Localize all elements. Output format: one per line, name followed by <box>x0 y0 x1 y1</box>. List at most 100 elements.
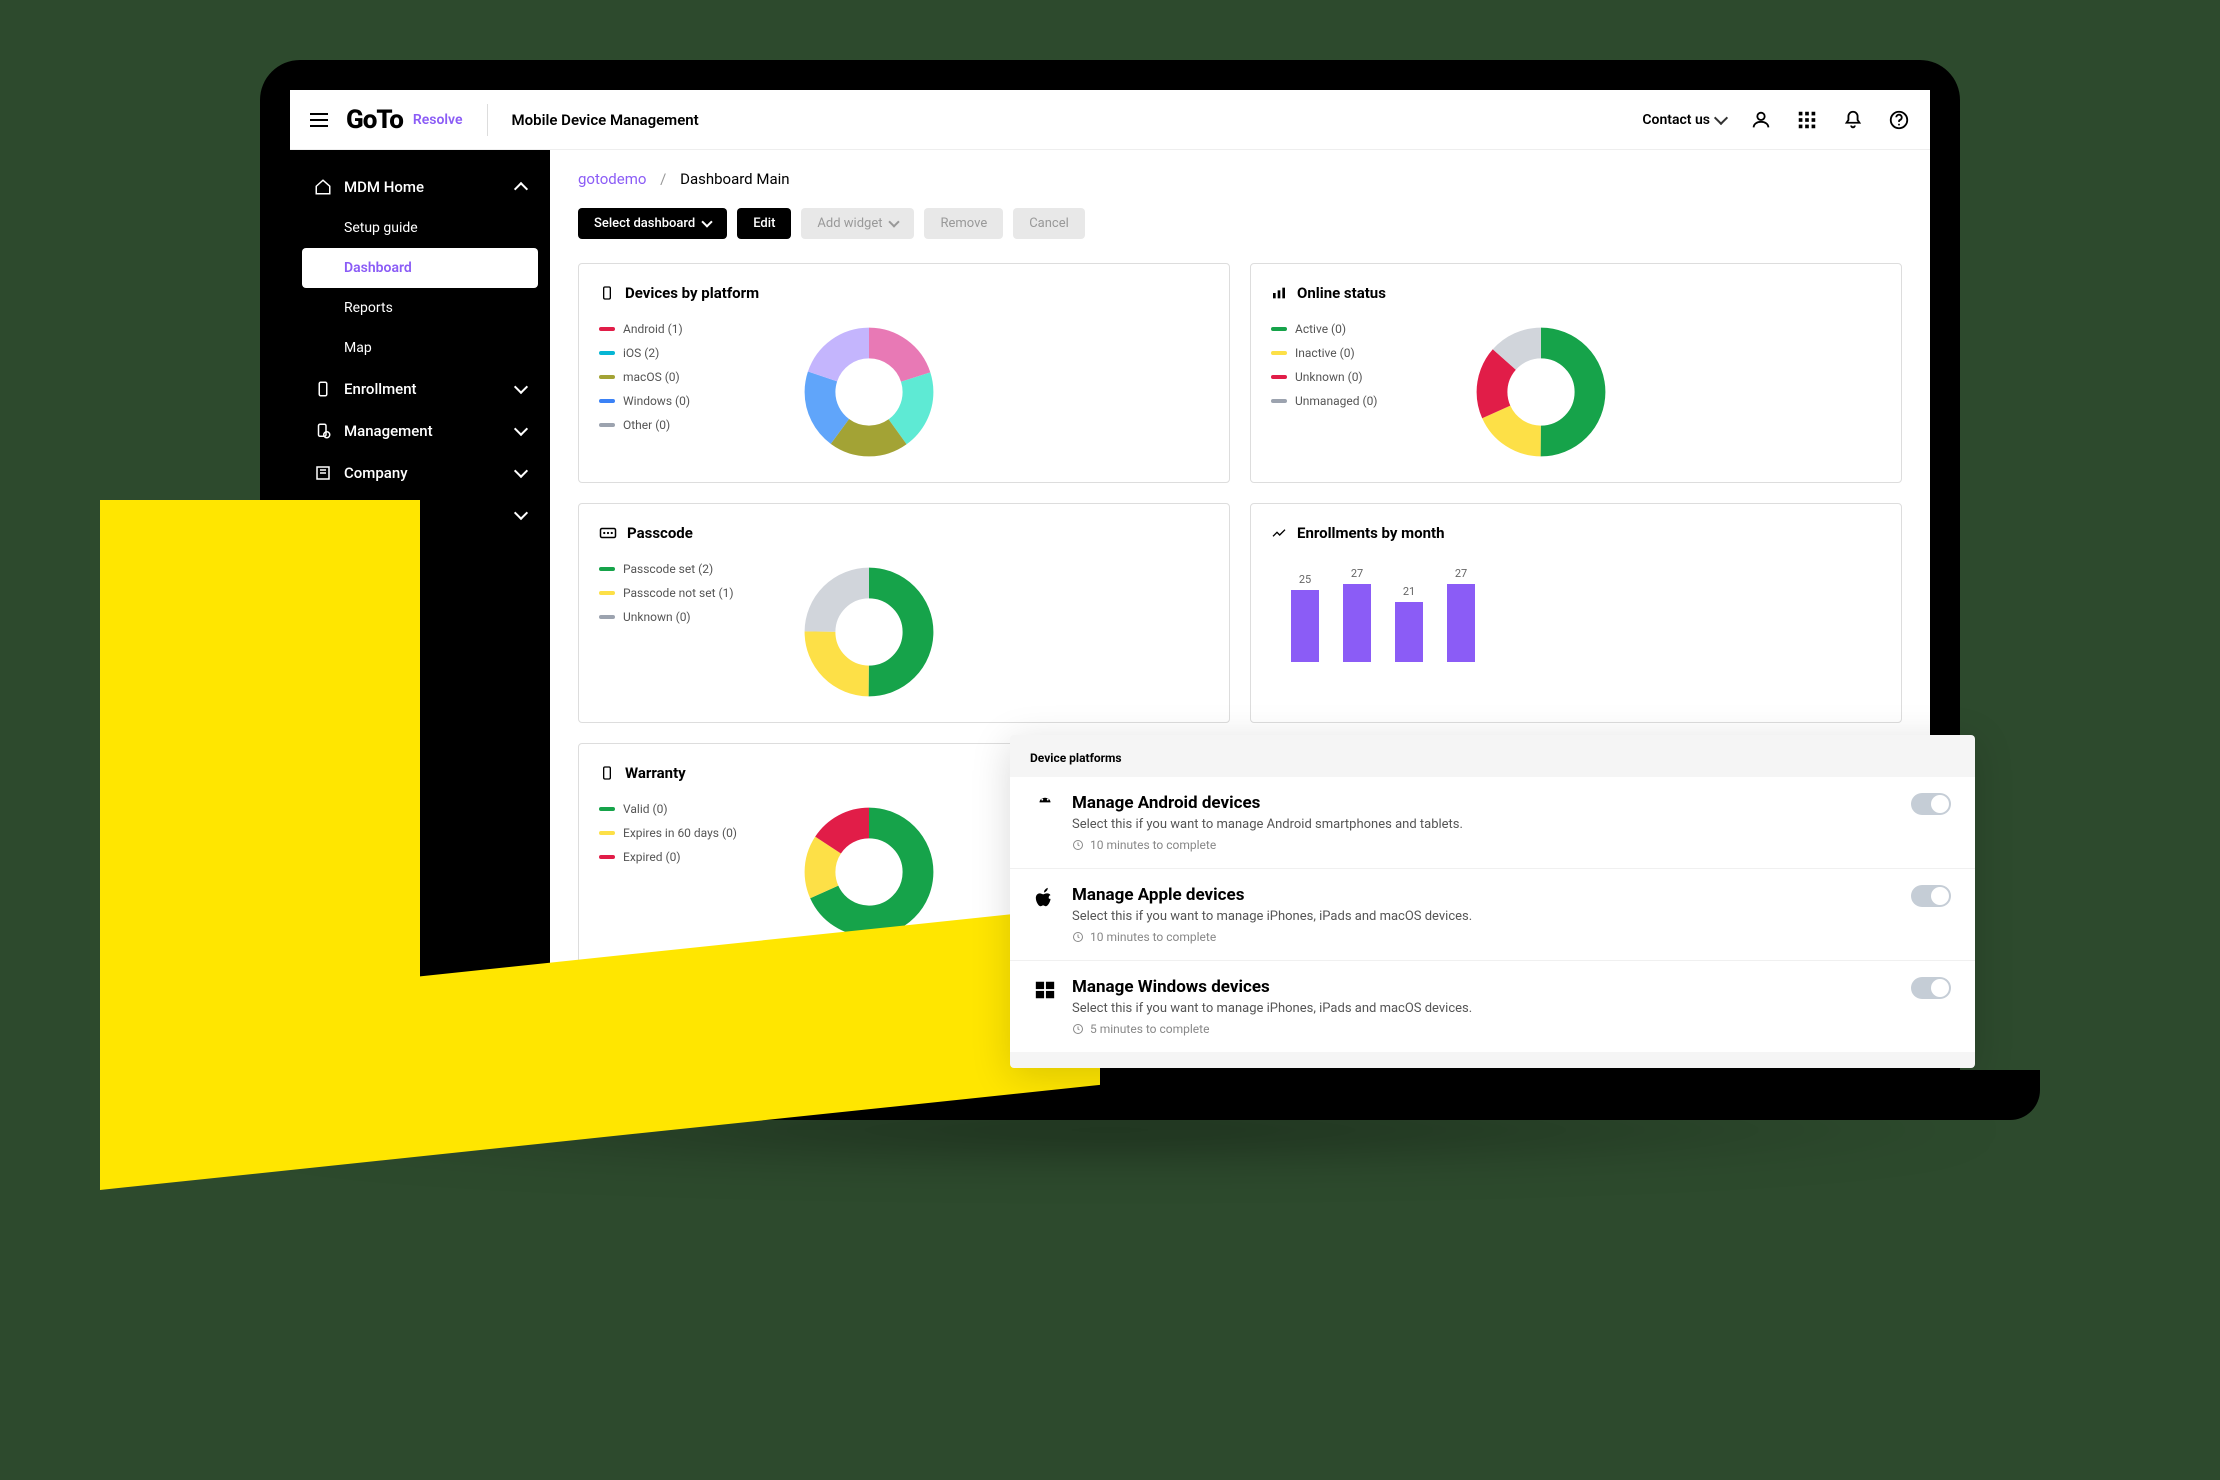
chevron-down-icon <box>514 506 528 520</box>
page-title: Mobile Device Management <box>512 111 1643 129</box>
platform-time: 10 minutes to complete <box>1072 838 1895 852</box>
widget-online-status: Online status Active (0)Inactive (0)Unkn… <box>1250 263 1902 483</box>
legend-item: Passcode set (2) <box>599 562 759 576</box>
legend-item: macOS (0) <box>599 370 759 384</box>
cancel-button: Cancel <box>1013 208 1085 239</box>
legend-passcode: Passcode set (2) Passcode not set (1) Unkn… <box>599 562 759 702</box>
menu-icon[interactable] <box>310 108 334 132</box>
remove-button: Remove <box>924 208 1003 239</box>
widget-title: Devices by platform <box>625 284 759 302</box>
donut-chart <box>1471 322 1611 462</box>
select-dashboard-button[interactable]: Select dashboard <box>578 208 727 239</box>
toggle-switch[interactable] <box>1911 793 1951 815</box>
toggle-switch[interactable] <box>1911 977 1951 999</box>
nav-map[interactable]: Map <box>290 328 550 368</box>
platform-desc: Select this if you want to manage iPhone… <box>1072 1001 1895 1016</box>
widget-title: Online status <box>1297 284 1386 302</box>
device-platforms-panel: Device platforms Manage Android devices … <box>1010 735 1975 1068</box>
chevron-down-icon <box>514 380 528 394</box>
donut-chart <box>799 802 939 942</box>
breadcrumb: gotodemo / Dashboard Main <box>578 170 1902 188</box>
platform-desc: Select this if you want to manage Androi… <box>1072 817 1895 832</box>
company-icon <box>314 464 332 482</box>
widget-passcode: Passcode Passcode set (2) Passcode not se… <box>578 503 1230 723</box>
toolbar: Select dashboard Edit Add widget Remove … <box>578 208 1902 239</box>
contact-us-dropdown[interactable]: Contact us <box>1642 112 1726 128</box>
legend-item: Valid (0) <box>599 802 759 816</box>
bar-col: 25 <box>1291 573 1319 662</box>
device-icon <box>599 765 615 781</box>
chevron-down-icon <box>889 216 900 227</box>
clock-icon <box>1072 1023 1084 1035</box>
platform-time: 5 minutes to complete <box>1072 1022 1895 1036</box>
legend-item: Windows (0) <box>599 394 759 408</box>
account-icon[interactable] <box>1750 109 1772 131</box>
legend-item: Other (0) <box>599 418 759 432</box>
help-icon[interactable] <box>1888 109 1910 131</box>
nav-dashboard[interactable]: Dashboard <box>302 248 538 288</box>
apple-icon <box>1034 887 1056 909</box>
widget-devices-by-platform: Devices by platform Android (1) iOS (2) ma… <box>578 263 1230 483</box>
legend-item: Passcode not set (1) <box>599 586 759 600</box>
bar-col: 21 <box>1395 585 1423 662</box>
legend-item: Expired (0) <box>599 850 759 864</box>
bar-col: 27 <box>1343 567 1371 662</box>
legend-item: Unknown (0) <box>1271 370 1431 384</box>
platform-title: Manage Apple devices <box>1072 885 1895 905</box>
widget-title: Enrollments by month <box>1297 524 1445 542</box>
nav-setup-guide[interactable]: Setup guide <box>290 208 550 248</box>
edit-button[interactable]: Edit <box>737 208 791 239</box>
clock-icon <box>1072 931 1084 943</box>
device-icon <box>599 285 615 301</box>
legend-devices: Android (1) iOS (2) macOS (0) Windows (0) Ot… <box>599 322 759 462</box>
platform-title: Manage Android devices <box>1072 793 1895 813</box>
nav-enrollment[interactable]: Enrollment <box>290 368 550 410</box>
add-widget-button: Add widget <box>801 208 914 239</box>
clock-icon <box>1072 839 1084 851</box>
android-icon <box>1034 795 1056 817</box>
platform-row: Manage Windows devices Select this if yo… <box>1010 961 1975 1052</box>
status-icon <box>1271 285 1287 301</box>
chevron-down-icon <box>702 216 713 227</box>
divider <box>487 104 488 136</box>
legend-item: Unmanaged (0) <box>1271 394 1431 408</box>
product-label: Resolve <box>413 112 463 128</box>
home-icon <box>314 178 332 196</box>
legend-item: Unknown (0) <box>599 610 759 624</box>
nav-mdm-home[interactable]: MDM Home <box>290 166 550 208</box>
panel-title: Device platforms <box>1010 751 1975 777</box>
platform-row: Manage Apple devices Select this if you … <box>1010 869 1975 961</box>
toggle-switch[interactable] <box>1911 885 1951 907</box>
platform-row: Manage Android devices Select this if yo… <box>1010 777 1975 869</box>
legend-warranty: Valid (0) Expires in 60 days (0) Expired (… <box>599 802 759 942</box>
donut-chart <box>799 322 939 462</box>
platform-rows: Manage Android devices Select this if yo… <box>1010 777 1975 1052</box>
bar-chart: 25 27 21 27 <box>1271 562 1881 662</box>
widget-title: Warranty <box>625 764 686 782</box>
chevron-down-icon <box>1714 110 1728 124</box>
legend-item: Active (0) <box>1271 322 1431 336</box>
apps-icon[interactable] <box>1796 109 1818 131</box>
legend-item: iOS (2) <box>599 346 759 360</box>
widget-title: Passcode <box>627 524 693 542</box>
nav-management[interactable]: Management <box>290 410 550 452</box>
bar-col: 27 <box>1447 567 1475 662</box>
chevron-down-icon <box>514 464 528 478</box>
device-icon <box>314 380 332 398</box>
bell-icon[interactable] <box>1842 109 1864 131</box>
nav-reports[interactable]: Reports <box>290 288 550 328</box>
legend-online: Active (0)Inactive (0)Unknown (0)Unmanag… <box>1271 322 1431 462</box>
trend-icon <box>1271 525 1287 541</box>
passcode-icon <box>599 526 617 540</box>
nav-company[interactable]: Company <box>290 452 550 494</box>
breadcrumb-current: Dashboard Main <box>680 170 789 188</box>
windows-icon <box>1034 979 1056 1001</box>
management-icon <box>314 422 332 440</box>
legend-item: Android (1) <box>599 322 759 336</box>
chevron-down-icon <box>514 422 528 436</box>
top-bar: GoTo Resolve Mobile Device Management Co… <box>290 90 1930 150</box>
donut-chart <box>799 562 939 702</box>
breadcrumb-org-link[interactable]: gotodemo <box>578 170 646 188</box>
legend-item: Expires in 60 days (0) <box>599 826 759 840</box>
platform-desc: Select this if you want to manage iPhone… <box>1072 909 1895 924</box>
